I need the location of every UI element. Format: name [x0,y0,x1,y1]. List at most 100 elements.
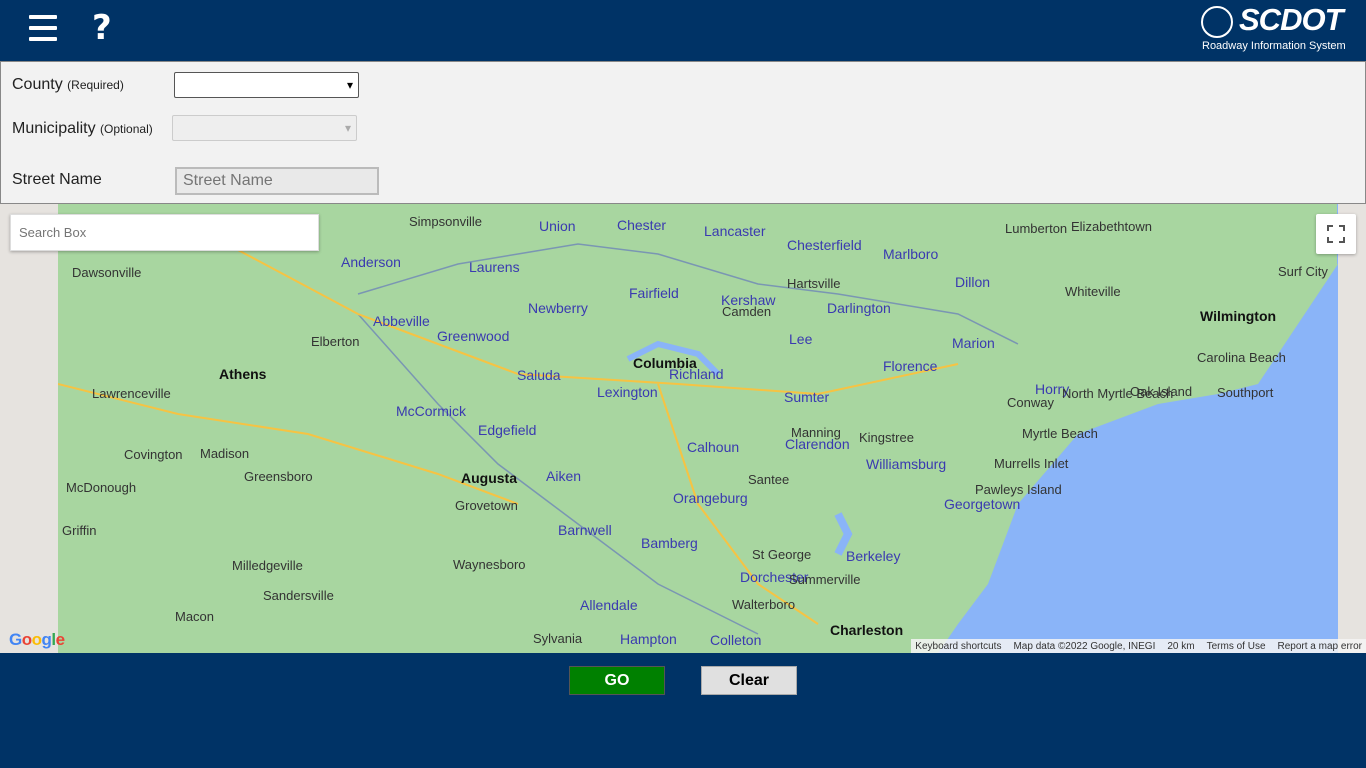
map-place-label: Murrells Inlet [994,456,1069,471]
map-place-label: Colleton [710,632,762,648]
map-place-label: Calhoun [687,439,740,455]
map-place-label: Berkeley [846,548,901,564]
map-place-label: Edgefield [478,422,537,438]
map-place-label: Charleston [830,622,904,638]
terms-of-use-link[interactable]: Terms of Use [1207,641,1266,652]
municipality-label: Municipality (Optional) [12,120,153,137]
map-place-label: Surf City [1278,264,1328,279]
map-place-label: McCormick [396,403,466,419]
chevron-down-icon: ▾ [344,121,351,135]
map-place-label: Kingstree [859,430,914,445]
map-place-label: Elberton [311,334,360,349]
map-data-credit: Map data ©2022 Google, INEGI [1013,640,1156,652]
map-place-label: Whiteville [1065,284,1121,299]
map-place-label: Waynesboro [453,557,526,572]
map-place-label: Conway [1007,395,1054,410]
map-place-label: Greenwood [437,328,510,344]
map-place-label: Barnwell [558,522,612,538]
map-place-label: Aiken [546,468,582,484]
map-place-label: Santee [748,472,790,487]
clear-button[interactable]: Clear [701,666,797,695]
map-place-label: Covington [124,447,183,462]
map-place-label: Simpsonville [409,214,482,229]
map-attribution: Keyboard shortcuts Map data ©2022 Google… [911,639,1366,653]
map-place-label: Milledgeville [232,558,303,573]
map-place-label: Dawsonville [72,265,142,280]
map-place-label: Pawleys Island [975,482,1062,497]
map-place-label: Augusta [461,470,517,486]
map-place-label: Greensboro [244,469,313,484]
top-bar: ? SCDOT Roadway Information System [0,0,1366,61]
map-place-label: Marlboro [883,246,939,262]
map-place-label: Wilmington [1200,308,1277,324]
go-button[interactable]: GO [569,666,665,695]
map-place-label: McDonough [66,480,137,495]
map-place-label: Lexington [597,384,658,400]
map-place-label: Elizabethtown [1071,219,1152,234]
map-place-label: Bamberg [641,535,698,551]
map-place-label: Hampton [620,631,677,647]
map-view[interactable]: Union Chester Lancaster Chesterfield Marlbor… [0,204,1366,653]
logo-subtitle: Roadway Information System [1202,40,1346,52]
map-place-label: Macon [175,609,215,624]
chevron-down-icon: ▾ [346,78,353,92]
map-search-input[interactable] [10,214,319,251]
map-place-label: Laurens [469,259,520,275]
map-place-label: Hartsville [787,276,841,291]
municipality-select[interactable]: ▾ [172,115,357,141]
map-place-label: Chester [617,217,667,233]
keyboard-shortcuts-link[interactable]: Keyboard shortcuts [915,641,1001,652]
street-name-input[interactable] [175,167,379,195]
logo-emblem-icon [1201,6,1233,38]
help-button[interactable]: ? [92,8,112,48]
map-place-label: Georgetown [944,496,1021,512]
county-select[interactable]: ▾ [174,72,359,98]
map-place-label: Myrtle Beach [1022,426,1098,441]
map-place-label: Summerville [789,572,861,587]
map-place-label: Carolina Beach [1197,350,1286,365]
map-place-label: Anderson [341,254,401,270]
fullscreen-icon [1327,225,1345,243]
map-place-label: Madison [200,446,250,461]
map-place-label: Fairfield [629,285,679,301]
map-place-label: Lancaster [704,223,766,239]
map-place-label: Newberry [528,300,588,316]
map-place-label: Athens [219,366,267,382]
map-place-label: Orangeburg [673,490,748,506]
map-place-label: North Myrtle Beach [1062,386,1174,401]
map-place-label: Darlington [827,300,891,316]
county-label: County (Required) [12,76,124,93]
map-place-label: Sandersville [263,588,334,603]
map-place-label: Florence [883,358,938,374]
map-place-label: Sumter [784,389,830,405]
logo-text: SCDOT [1239,2,1343,37]
map-place-label: Griffin [62,523,97,538]
map-scale[interactable]: 20 km [1167,641,1194,652]
map-place-label: Dillon [955,274,991,290]
map-place-label: Walterboro [732,597,796,612]
map-place-label: Lee [789,331,813,347]
map-place-label: Chesterfield [787,237,862,253]
hamburger-menu-icon[interactable] [29,15,57,43]
map-place-label: Manning [791,425,841,440]
map-place-label: Richland [669,366,724,382]
map-place-label: Abbeville [373,313,430,329]
map-place-label: Sylvania [533,631,583,646]
map-place-label: Southport [1217,385,1274,400]
search-form: County (Required) ▾ Municipality (Option… [0,61,1366,204]
map-place-label: Williamsburg [866,456,947,472]
scdot-logo: SCDOT Roadway Information System [1201,2,1356,56]
report-map-error-link[interactable]: Report a map error [1278,641,1362,652]
street-name-label: Street Name [12,171,102,188]
map-place-label: Union [539,218,576,234]
map-place-label: Lumberton [1005,221,1068,236]
map-place-label: St George [752,547,812,562]
map-place-label: Lawrenceville [92,386,171,401]
map-place-label: Allendale [580,597,638,613]
map-place-label: Camden [722,304,772,319]
map-place-label: Grovetown [455,498,518,513]
map-place-label: Saluda [517,367,561,383]
map-place-label: Marion [952,335,995,351]
fullscreen-button[interactable] [1316,214,1356,254]
google-logo: Google [9,630,65,649]
